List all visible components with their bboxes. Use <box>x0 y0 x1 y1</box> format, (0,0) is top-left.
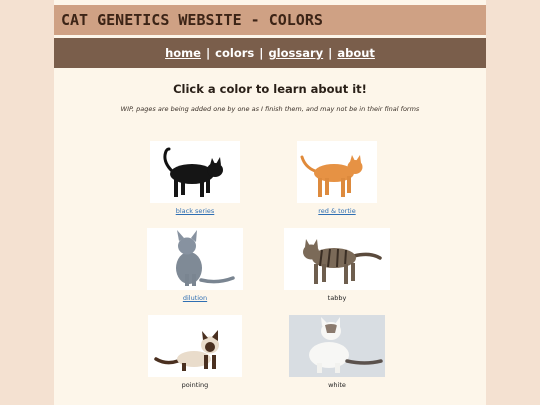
black-cat-photo[interactable] <box>150 141 240 203</box>
nav-colors-current: colors <box>215 46 255 60</box>
gallery-label-white: white <box>328 381 346 389</box>
gallery-item-pointing[interactable]: pointing <box>140 315 250 389</box>
intro-heading: Click a color to learn about it! <box>173 82 367 96</box>
gallery-label-dilution[interactable]: dilution <box>140 294 250 302</box>
gallery-item-tabby[interactable]: tabby <box>282 228 392 302</box>
site-header: CAT GENETICS WEBSITE - COLORS <box>54 5 486 35</box>
nav-bar: home | colors | glossary | about <box>54 38 486 68</box>
gray-cat-photo[interactable] <box>147 228 243 290</box>
gallery-item-black-series[interactable]: black series <box>140 141 250 215</box>
nav-separator: | <box>328 46 333 60</box>
gallery-label-pointing: pointing <box>181 381 209 389</box>
gallery-label-red-tortie[interactable]: red & tortie <box>282 207 392 215</box>
site-title: CAT GENETICS WEBSITE - COLORS <box>61 11 323 29</box>
siamese-cat-photo[interactable] <box>148 315 242 377</box>
gallery-item-dilution[interactable]: dilution <box>140 228 250 302</box>
white-cat-photo[interactable] <box>289 315 385 377</box>
nav-about-link[interactable]: about <box>337 46 375 60</box>
nav-home-link[interactable]: home <box>165 46 201 60</box>
nav-glossary-link[interactable]: glossary <box>268 46 323 60</box>
nav-separator: | <box>259 46 264 60</box>
orange-cat-photo[interactable] <box>297 141 377 203</box>
page-content: CAT GENETICS WEBSITE - COLORS home | color… <box>54 0 486 405</box>
tabby-cat-photo[interactable] <box>284 228 390 290</box>
wip-note: WIP, pages are being added one by one as… <box>120 105 420 113</box>
gallery-label-black-series[interactable]: black series <box>140 207 250 215</box>
gallery-item-red-tortie[interactable]: red & tortie <box>282 141 392 215</box>
nav-separator: | <box>205 46 211 60</box>
gallery-label-tabby: tabby <box>327 294 347 302</box>
gallery-item-white[interactable]: white <box>282 315 392 389</box>
